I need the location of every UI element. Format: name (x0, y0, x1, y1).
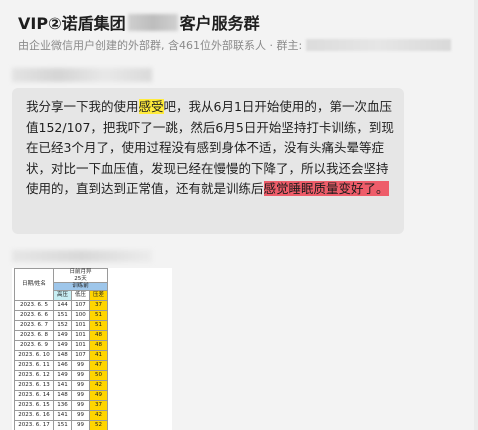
diff-cell: 47 (89, 360, 108, 371)
date-cell: 2023. 6. 16 (14, 410, 54, 421)
group-subtitle: 由企业微信用户创建的外部群, 含461位外部联系人 · 群主: (18, 37, 452, 53)
high-cell: 149 (53, 330, 72, 341)
diff-cell: 51 (89, 310, 108, 321)
high-cell: 146 (53, 360, 72, 371)
training-header: 训练前 (53, 282, 108, 291)
diff-cell: 48 (89, 340, 108, 351)
highlight-feeling: 感受 (138, 99, 164, 114)
low-cell: 101 (71, 340, 90, 351)
blood-pressure-record-image[interactable]: 日期/姓名 日前月异 25天 训练前 高压 低压 压差 2023. 6. 5 144… (12, 268, 172, 430)
date-cell: 2023. 6. 14 (14, 390, 54, 401)
table-row: 2023. 6. 11 146 99 47 (14, 360, 108, 371)
diff-cell: 41 (89, 350, 108, 361)
low-cell: 101 (71, 320, 90, 331)
message-text: 我分享一下我的使用感受吧，我从6月1日开始使用的，第一次血压值152/107，把… (26, 97, 398, 200)
date-cell: 2023. 6. 6 (14, 310, 54, 321)
table-row: 2023. 6. 10 148 107 41 (14, 350, 108, 361)
date-cell: 2023. 6. 12 (14, 370, 54, 381)
diff-cell: 48 (89, 330, 108, 341)
table-row: 2023. 6. 15 136 99 37 (14, 400, 108, 411)
high-cell: 141 (53, 410, 72, 421)
date-cell: 2023. 6. 15 (14, 400, 54, 411)
low-cell: 107 (71, 300, 90, 311)
high-cell: 148 (53, 390, 72, 401)
low-cell: 99 (71, 380, 90, 391)
diff-cell: 49 (89, 390, 108, 401)
group-title-suffix: 客户服务群 (179, 14, 260, 33)
low-cell: 99 (71, 420, 90, 430)
low-cell: 107 (71, 350, 90, 361)
table-row: 2023. 6. 9 149 101 48 (14, 340, 108, 351)
diff-cell: 51 (89, 320, 108, 331)
chat-header: VIP②诺盾集团 客户服务群 由企业微信用户创建的外部群, 含461位外部联系人… (0, 0, 478, 60)
high-cell: 151 (53, 310, 72, 321)
diff-cell: 50 (89, 370, 108, 381)
group-info-text: 由企业微信用户创建的外部群, 含461位外部联系人 · 群主: (18, 39, 303, 52)
high-cell: 148 (53, 350, 72, 361)
table-row: 2023. 6. 14 148 99 49 (14, 390, 108, 401)
table-row: 2023. 6. 17 151 99 52 (14, 420, 108, 430)
table-row: 2023. 6. 16 141 99 42 (14, 410, 108, 421)
table-row: 2023. 6. 7 152 101 51 (14, 320, 108, 331)
low-cell: 99 (71, 400, 90, 411)
high-cell: 144 (53, 300, 72, 311)
date-cell: 2023. 6. 10 (14, 350, 54, 361)
low-cell: 101 (71, 330, 90, 341)
diff-cell: 52 (89, 420, 108, 430)
high-cell: 152 (53, 320, 72, 331)
date-cell: 2023. 6. 11 (14, 360, 54, 371)
date-cell: 2023. 6. 9 (14, 340, 54, 351)
date-cell: 2023. 6. 8 (14, 330, 54, 341)
col-low: 低压 (71, 290, 90, 301)
diff-cell: 37 (89, 400, 108, 411)
low-cell: 99 (71, 390, 90, 401)
date-cell: 2023. 6. 5 (14, 300, 54, 311)
date-name-header: 日期/姓名 (14, 268, 54, 301)
record-table: 日期/姓名 日前月异 25天 训练前 高压 低压 压差 2023. 6. 5 144… (14, 268, 108, 430)
high-cell: 151 (53, 420, 72, 430)
table-row: 2023. 6. 8 149 101 48 (14, 330, 108, 341)
redacted-name-block (127, 13, 178, 31)
message-text-part: 我分享一下我的使用 (26, 99, 139, 114)
table-row: 2023. 6. 12 149 99 50 (14, 370, 108, 381)
message-bubble[interactable]: 我分享一下我的使用感受吧，我从6月1日开始使用的，第一次血压值152/107，把… (12, 88, 404, 234)
group-title[interactable]: VIP②诺盾集团 客户服务群 (18, 10, 260, 34)
date-cell: 2023. 6. 13 (14, 380, 54, 391)
diff-cell: 42 (89, 380, 108, 391)
table-row: 2023. 6. 5 144 107 37 (14, 300, 108, 311)
redacted-owner-block (306, 39, 452, 51)
date-cell: 2023. 6. 7 (14, 320, 54, 331)
diff-cell: 42 (89, 410, 108, 421)
low-cell: 99 (71, 370, 90, 381)
col-high: 高压 (53, 290, 72, 301)
highlight-sleep: 感觉睡眠质量变好了。 (263, 181, 389, 196)
table-row: 2023. 6. 6 151 100 51 (14, 310, 108, 321)
redacted-sender-name (12, 68, 152, 82)
col-diff: 压差 (89, 290, 108, 301)
redacted-sender-name-2 (12, 250, 152, 262)
group-title-prefix: VIP②诺盾集团 (18, 14, 126, 33)
date-cell: 2023. 6. 17 (14, 420, 54, 430)
diff-cell: 37 (89, 300, 108, 311)
low-cell: 100 (71, 310, 90, 321)
low-cell: 99 (71, 360, 90, 371)
plan-header: 日前月异 25天 (53, 268, 108, 283)
high-cell: 149 (53, 340, 72, 351)
low-cell: 99 (71, 410, 90, 421)
scrollbar-track[interactable] (474, 0, 478, 430)
table-row: 2023. 6. 13 141 99 42 (14, 380, 108, 391)
high-cell: 149 (53, 370, 72, 381)
high-cell: 141 (53, 380, 72, 391)
high-cell: 136 (53, 400, 72, 411)
